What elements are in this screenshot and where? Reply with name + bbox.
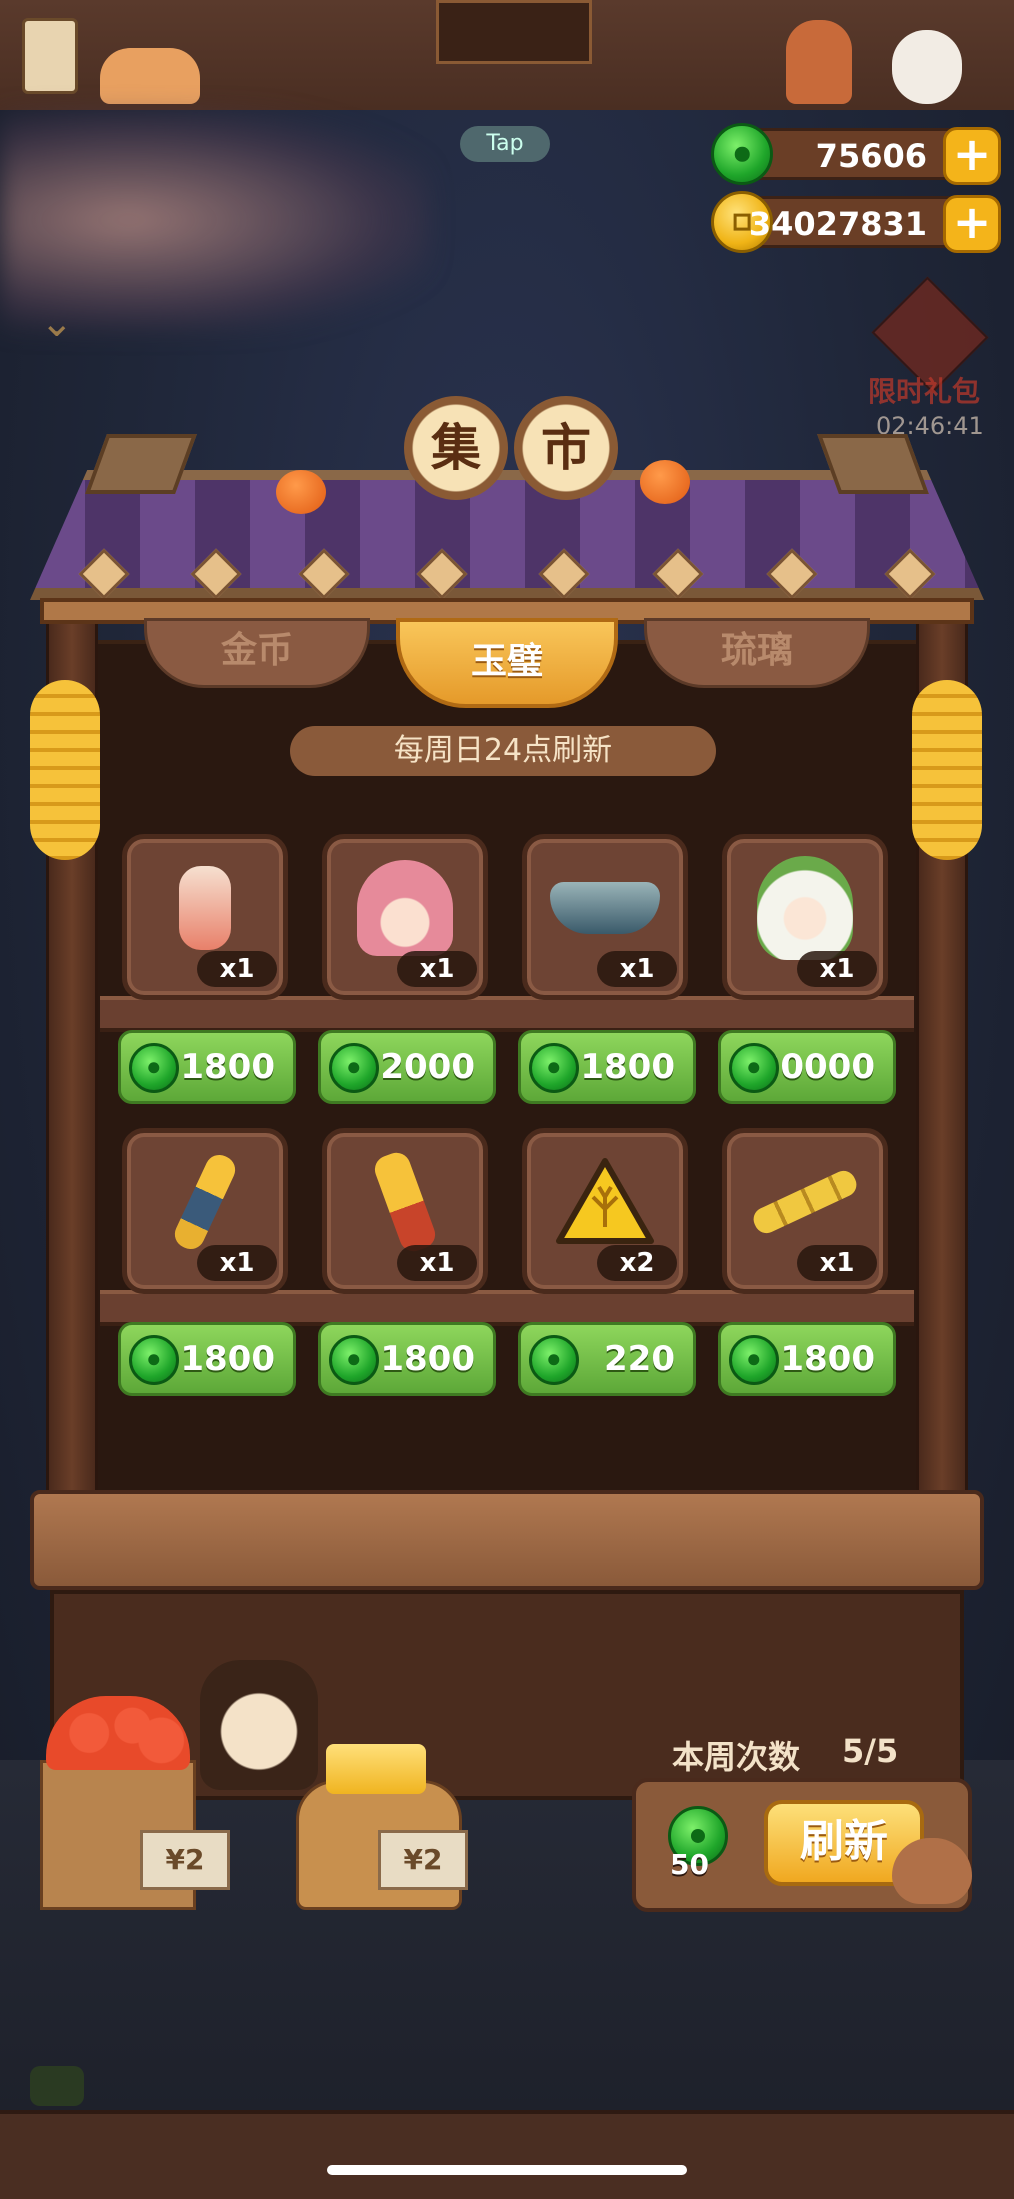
jade-coin-icon [729,1335,779,1385]
item-slot[interactable]: x1 [722,1128,888,1294]
bottom-bar [0,2110,1014,2199]
weekly-count-label: 本周次数 [672,1738,801,1776]
price-sign: ¥2 [140,1830,230,1890]
item-slot[interactable]: x1 [122,834,288,1000]
persimmon-icon [640,460,690,504]
item-slot[interactable]: x2 [522,1128,688,1294]
white-cat-icon[interactable] [892,30,962,104]
pink-hair-character-icon [357,859,453,956]
price-value: 1800 [580,1047,675,1087]
item-quantity: x1 [197,951,277,987]
refresh-schedule-note: 每周日24点刷新 [290,726,716,776]
refresh-cost: 50 [670,1848,709,1881]
antler-triangle-icon [556,1157,654,1244]
jade-coin-icon [329,1335,379,1385]
jade-amount: 75606 [815,137,927,175]
shelf-1 [100,996,914,1032]
item-quantity: x2 [597,1245,677,1281]
item-quantity: x1 [597,951,677,987]
item-quantity: x1 [397,1245,477,1281]
side-button-icon[interactable] [30,2066,84,2106]
weekly-count-value: 5/5 [842,1732,899,1770]
price-button[interactable]: 1800 [718,1322,896,1396]
jade-coin-icon [129,1043,179,1093]
scroll-hanging-icon[interactable] [22,18,78,94]
bun-mascot-icon [892,1838,972,1904]
tap-hint-bubble[interactable]: Tap [460,126,550,162]
price-value: 2000 [380,1047,475,1087]
item-slot[interactable]: x1 [122,1128,288,1294]
jade-coin-icon [129,1335,179,1385]
gift-pack-label: 限时礼包 [868,375,981,408]
item-slot[interactable]: x1 [522,834,688,1000]
jade-coin-icon [529,1043,579,1093]
corn-left-icon [30,680,100,860]
corn-right-icon [912,680,982,860]
price-button[interactable]: 1800 [118,1322,296,1396]
raccoon-banner-icon[interactable] [436,0,592,64]
market-title-char-1: 集 [404,396,508,500]
item-quantity: x1 [197,1245,277,1281]
price-button[interactable]: 1800 [518,1030,696,1104]
price-button[interactable]: 2000 [318,1030,496,1104]
bamboo-flute-icon [749,1166,861,1237]
price-button[interactable]: 1800 [118,1030,296,1104]
brush-icon [170,1149,240,1254]
price-value: 220 [604,1339,675,1379]
jade-coin-icon [529,1335,579,1385]
lantern-icon [179,865,231,950]
blurred-scene [0,110,430,330]
butter-block-icon [326,1744,426,1794]
shelf-2 [100,1290,914,1326]
item-quantity: x1 [797,1245,877,1281]
jade-coin-icon [711,123,773,185]
item-slot[interactable]: x1 [322,1128,488,1294]
tab-glaze[interactable]: 琉璃 [644,618,870,688]
price-button[interactable]: 220 [518,1322,696,1396]
item-quantity: x1 [797,951,877,987]
stall-counter [30,1490,984,1590]
merchant-character-icon[interactable] [200,1660,318,1790]
gold-amount: 34027831 [748,205,927,243]
ceramic-bowl-icon [550,881,660,934]
persimmon-icon [276,470,326,514]
key-charm-icon [370,1148,440,1255]
market-title-char-2: 市 [514,396,618,500]
item-slot[interactable]: x1 [322,834,488,1000]
price-value: 1800 [780,1339,875,1379]
jade-coin-icon [329,1043,379,1093]
item-quantity: x1 [397,951,477,987]
green-hood-character-icon [757,855,853,960]
price-button[interactable]: 1800 [318,1322,496,1396]
jade-currency-bar: 75606 + [711,123,1001,185]
price-sign: ¥2 [378,1830,468,1890]
tabby-cat-icon [100,48,200,104]
price-value: 1800 [380,1339,475,1379]
girl-character-icon[interactable] [786,20,852,104]
tab-jade[interactable]: 玉璧 [396,618,618,708]
home-indicator[interactable] [327,2165,687,2175]
item-slot[interactable]: x1 [722,834,888,1000]
tab-gold[interactable]: 金币 [144,618,370,688]
price-value: 1800 [180,1339,275,1379]
add-gold-button[interactable]: + [943,195,1001,253]
gold-currency-bar: 34027831 + [711,191,1001,253]
price-button[interactable]: 30000 [718,1030,896,1104]
collapse-arrow-icon[interactable]: ⌄ [40,300,90,346]
price-value: 1800 [180,1047,275,1087]
add-jade-button[interactable]: + [943,127,1001,185]
jade-coin-icon [729,1043,779,1093]
